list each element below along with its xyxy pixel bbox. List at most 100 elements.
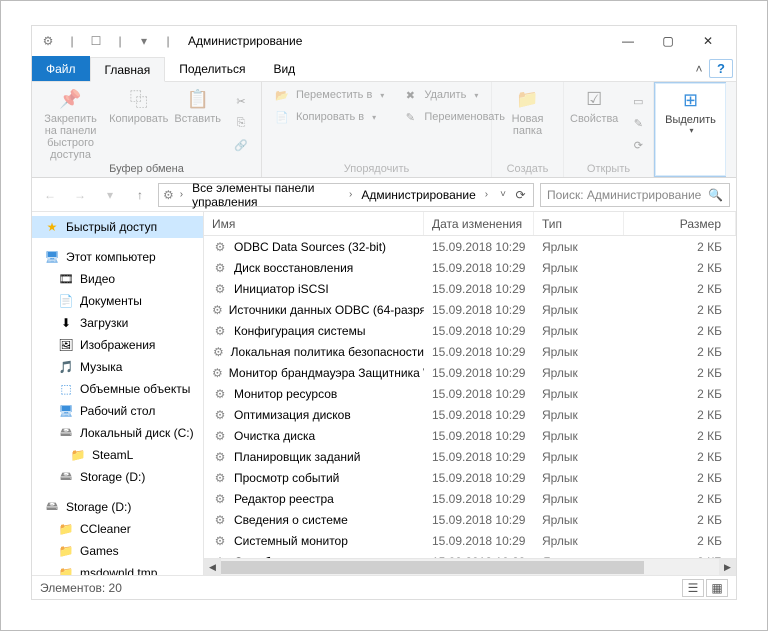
ribbon-collapse-button[interactable]: ˄ [689,56,709,81]
pin-quick-access-button[interactable]: 📌 Закрепить на панели быстрого доступа [38,85,103,161]
search-placeholder: Поиск: Администрирование [547,188,701,202]
file-row[interactable]: ⚙Источники данных ODBC (64-разрядна...15… [204,299,736,320]
file-list[interactable]: ⚙ ODBC Data Sources (32-bit) 15.09.2018 10… [204,236,736,558]
file-row[interactable]: ⚙Диск восстановления15.09.2018 10:29Ярлы… [204,257,736,278]
open-extra-2[interactable]: ✎ [624,113,652,133]
sidebar-item-video[interactable]: 🎞Видео [32,268,203,290]
navigation-pane[interactable]: ★Быстрый доступ 🖥Этот компьютер 🎞Видео 📄… [32,212,204,575]
select-icon: ⊞ [675,88,707,112]
sidebar-item-3d[interactable]: ⬚Объемные объекты [32,378,203,400]
file-row[interactable]: ⚙Конфигурация системы15.09.2018 10:29Ярл… [204,320,736,341]
sidebar-item-games[interactable]: 📁Games [32,540,203,562]
breadcrumb-segment-2[interactable]: Администрирование [358,188,478,202]
tab-share[interactable]: Поделиться [165,56,259,81]
clipboard-extra-2[interactable]: ⎘ [227,113,255,133]
address-bar[interactable]: ⚙ › Все элементы панели управления › Адм… [158,183,534,207]
nav-recent-button[interactable]: ▾ [98,183,122,207]
file-row[interactable]: ⚙Просмотр событий15.09.2018 10:29Ярлык2 … [204,467,736,488]
clipboard-extra-3[interactable]: 🔗 [227,135,255,155]
copy-icon: ⿻ [123,87,155,111]
file-type: Ярлык [534,366,624,380]
file-row[interactable]: ⚙ODBC Data Sources (32-bit)15.09.2018 10… [204,236,736,257]
file-date: 15.09.2018 10:29 [424,534,534,548]
window-title: Администрирование [188,34,302,48]
search-box[interactable]: Поиск: Администрирование 🔍 [540,183,730,207]
scroll-track[interactable] [221,559,719,575]
nav-back-button[interactable]: ← [38,183,62,207]
sidebar-item-msdownld[interactable]: 📁msdownld.tmp [32,562,203,575]
file-row[interactable]: ⚙Монитор брандмауэра Защитника Win...15.… [204,362,736,383]
file-size: 2 КБ [624,324,736,338]
file-size: 2 КБ [624,366,736,380]
sidebar-item-pictures[interactable]: 🖼Изображения [32,334,203,356]
file-row[interactable]: ⚙Редактор реестра15.09.2018 10:29Ярлык2 … [204,488,736,509]
view-icons-button[interactable]: ▦ [706,579,728,597]
sidebar-item-downloads[interactable]: ⬇Загрузки [32,312,203,334]
file-row[interactable]: ⚙Инициатор iSCSI15.09.2018 10:29Ярлык2 К… [204,278,736,299]
file-size: 2 КБ [624,345,736,359]
file-name-label: ODBC Data Sources (32-bit) [234,240,386,254]
copy-to-button[interactable]: 📄Копировать в▾ [268,107,390,127]
file-size: 2 КБ [624,471,736,485]
sidebar-item-local-c[interactable]: 🖴Локальный диск (C:) [32,422,203,444]
sidebar-item-ccleaner[interactable]: 📁CCleaner [32,518,203,540]
file-row[interactable]: ⚙Системный монитор15.09.2018 10:29Ярлык2… [204,530,736,551]
file-row[interactable]: ⚙Службы компонентов15.09.2018 10:29Ярлык… [204,551,736,558]
qat-new-icon[interactable]: ☐ [88,33,104,49]
col-header-type[interactable]: Тип [534,212,624,235]
breadcrumb-segment-1[interactable]: Все элементы панели управления [189,181,343,209]
sidebar-item-documents[interactable]: 📄Документы [32,290,203,312]
move-to-button[interactable]: 📂Переместить в▾ [268,85,390,105]
nav-up-button[interactable]: ↑ [128,183,152,207]
open-extra-1[interactable]: ▭ [624,91,652,111]
sidebar-item-quick-access[interactable]: ★Быстрый доступ [32,216,203,238]
refresh-button[interactable]: ⟳ [512,188,529,202]
file-row[interactable]: ⚙Очистка диска15.09.2018 10:29Ярлык2 КБ [204,425,736,446]
tab-view[interactable]: Вид [259,56,309,81]
file-row[interactable]: ⚙Планировщик заданий15.09.2018 10:29Ярлы… [204,446,736,467]
help-button[interactable]: ? [709,59,733,78]
scroll-left-button[interactable]: ◀ [204,559,221,575]
properties-button[interactable]: ☑ Свойства [570,85,618,125]
col-header-date[interactable]: Дата изменения [424,212,534,235]
shortcut-icon: ⚙ [212,407,228,423]
file-size: 2 КБ [624,429,736,443]
sidebar-item-music[interactable]: 🎵Музыка [32,356,203,378]
close-button[interactable]: ✕ [688,27,728,55]
scroll-thumb[interactable] [221,561,644,574]
scroll-right-button[interactable]: ▶ [719,559,736,575]
minimize-button[interactable]: — [608,27,648,55]
select-button[interactable]: ⊞ Выделить ▾ [661,86,720,135]
clipboard-extra-1[interactable]: ✂ [227,91,255,111]
qat-tools-icon[interactable]: ⚙ [40,33,56,49]
file-date: 15.09.2018 10:29 [424,240,534,254]
sidebar-item-this-pc[interactable]: 🖥Этот компьютер [32,246,203,268]
col-header-size[interactable]: Размер [624,212,736,235]
sidebar-item-storage-d-2[interactable]: 🖴Storage (D:) [32,496,203,518]
file-type: Ярлык [534,408,624,422]
view-details-button[interactable]: ☰ [682,579,704,597]
sidebar-item-storage-d[interactable]: 🖴Storage (D:) [32,466,203,488]
group-open-label: Открыть [570,161,647,175]
file-row[interactable]: ⚙Локальная политика безопасности15.09.20… [204,341,736,362]
qat-dropdown-icon[interactable]: ▾ [136,33,152,49]
new-folder-button[interactable]: 📁 Новая папка [498,85,557,137]
file-size: 2 КБ [624,261,736,275]
horizontal-scrollbar[interactable]: ◀ ▶ [204,558,736,575]
nav-forward-button[interactable]: → [68,183,92,207]
tab-home[interactable]: Главная [90,57,166,82]
group-new-label: Создать [498,161,557,175]
file-row[interactable]: ⚙Сведения о системе15.09.2018 10:29Ярлык… [204,509,736,530]
shortcut-icon: ⚙ [212,533,228,549]
file-row[interactable]: ⚙Оптимизация дисков15.09.2018 10:29Ярлык… [204,404,736,425]
sidebar-item-desktop[interactable]: 🖥Рабочий стол [32,400,203,422]
paste-button[interactable]: 📋 Вставить [174,85,221,125]
file-name-label: Просмотр событий [234,471,339,485]
open-extra-3[interactable]: ⟳ [624,135,652,155]
sidebar-item-steaml[interactable]: 📁SteamL [32,444,203,466]
file-row[interactable]: ⚙Монитор ресурсов15.09.2018 10:29Ярлык2 … [204,383,736,404]
copy-button[interactable]: ⿻ Копировать [109,85,168,125]
col-header-name[interactable]: Имя [204,212,424,235]
tab-file[interactable]: Файл [32,56,90,81]
maximize-button[interactable]: ▢ [648,27,688,55]
